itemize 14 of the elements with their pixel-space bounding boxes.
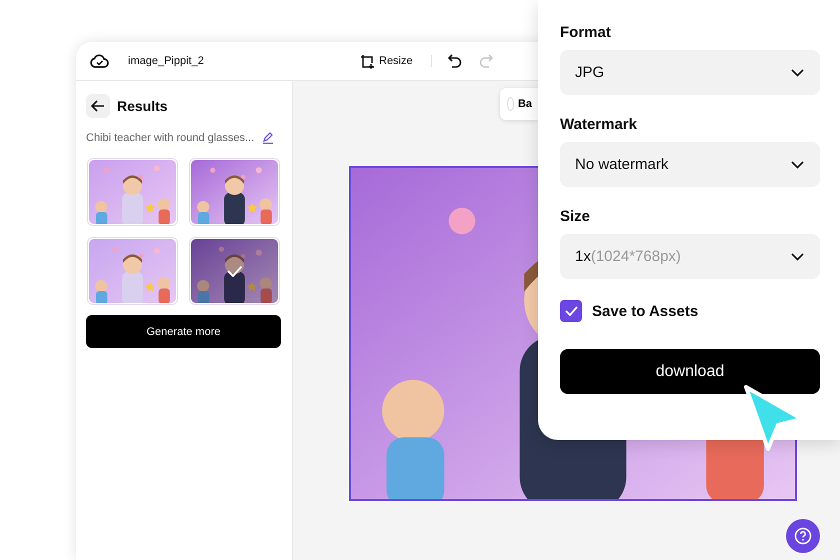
field-label: Format (560, 24, 611, 41)
field-label: Size (560, 208, 590, 225)
checkbox-label: Save to Assets (592, 302, 698, 320)
resize-button[interactable]: Resize (358, 52, 415, 70)
generate-more-button[interactable]: Generate more (86, 315, 281, 348)
dropdown[interactable]: No watermark (560, 142, 820, 187)
dropdown[interactable]: JPG (560, 50, 820, 95)
dropdown[interactable]: 1x(1024*768px) (560, 234, 820, 279)
results-title: Results (117, 98, 168, 114)
file-name: image_Pippit_2 (128, 55, 205, 67)
prompt-text: Chibi teacher with round glasses... (86, 132, 254, 144)
download-button[interactable]: download (560, 349, 820, 394)
field-label: Watermark (560, 116, 637, 133)
background-chip[interactable]: Ba (500, 88, 538, 120)
